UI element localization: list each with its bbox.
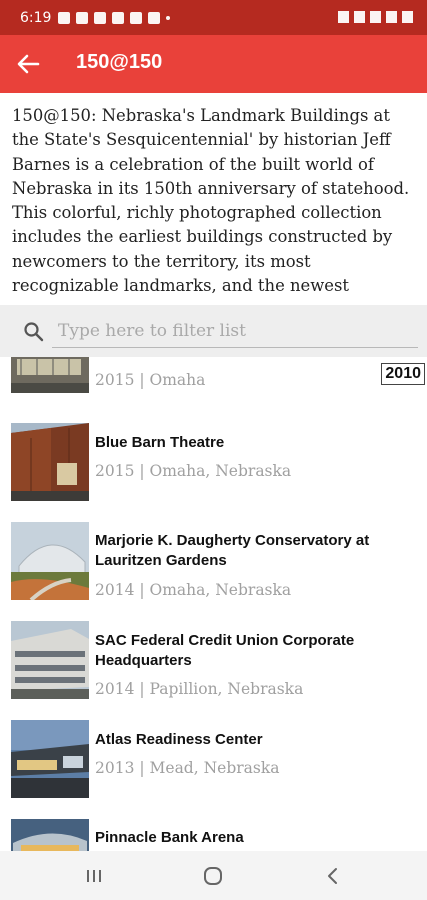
settings-icon xyxy=(94,12,106,24)
more-dot-icon xyxy=(166,16,170,20)
app-bar: 150@150 xyxy=(0,35,427,93)
mute-icon xyxy=(338,11,349,23)
item-meta: 2013 | Mead, Nebraska xyxy=(95,759,280,777)
filter-input[interactable] xyxy=(52,314,418,348)
back-nav-icon[interactable] xyxy=(321,865,345,887)
signal-icon xyxy=(386,11,397,23)
battery-icon xyxy=(402,11,413,23)
item-name: Marjorie K. Daugherty Conservatory at La… xyxy=(95,532,370,569)
list-item[interactable]: Pinnacle Bank Arena xyxy=(0,819,427,851)
recent-apps-icon[interactable] xyxy=(82,865,106,887)
item-meta: 2015 | Omaha, Nebraska xyxy=(95,462,292,480)
message-icon xyxy=(58,12,70,24)
list-item[interactable]: Marjorie K. Daugherty Conservatory at La… xyxy=(0,522,427,620)
building-thumbnail xyxy=(11,357,89,393)
search-icon xyxy=(24,322,44,342)
status-time: 6:19 xyxy=(20,10,52,26)
item-name: Blue Barn Theatre xyxy=(95,434,225,451)
page-title: 150@150 xyxy=(76,51,163,73)
system-nav-bar xyxy=(0,851,427,900)
item-meta: 2015 | Omaha xyxy=(95,371,206,389)
item-name: Pinnacle Bank Arena xyxy=(95,829,244,846)
building-thumbnail xyxy=(11,522,89,600)
list-item[interactable]: Blue Barn Theatre 2015 | Omaha, Nebraska xyxy=(0,423,427,521)
status-bar: 6:19 xyxy=(0,0,427,35)
list-item[interactable]: Atlas Readiness Center 2013 | Mead, Nebr… xyxy=(0,720,427,818)
notification-icons xyxy=(58,12,170,24)
wifi-icon xyxy=(354,11,365,23)
building-list: 2015 | Omaha Blue Barn Theatre 2015 | Om… xyxy=(0,357,427,851)
item-name: Atlas Readiness Center xyxy=(95,731,263,748)
building-thumbnail xyxy=(11,720,89,798)
data-icon xyxy=(370,11,381,23)
youtube-icon xyxy=(112,12,124,24)
app-icon xyxy=(130,12,142,24)
item-meta: 2014 | Papillion, Nebraska xyxy=(95,680,304,698)
system-icons xyxy=(338,11,413,23)
filter-bar xyxy=(0,305,427,357)
building-thumbnail xyxy=(11,819,89,851)
description-text: 150@150: Nebraska's Landmark Buildings a… xyxy=(12,106,410,296)
news-icon xyxy=(76,12,88,24)
year-scroll-badge[interactable]: 2010 xyxy=(381,363,425,385)
list-item[interactable]: 2015 | Omaha xyxy=(0,357,427,413)
item-meta: 2014 | Omaha, Nebraska xyxy=(95,581,292,599)
item-name: SAC Federal Credit Union Corporate Headq… xyxy=(95,632,355,669)
alert-icon xyxy=(148,12,160,24)
building-thumbnail xyxy=(11,423,89,501)
home-icon[interactable] xyxy=(201,865,225,887)
building-thumbnail xyxy=(11,621,89,699)
back-arrow-icon[interactable] xyxy=(14,51,42,77)
list-item[interactable]: SAC Federal Credit Union Corporate Headq… xyxy=(0,621,427,719)
